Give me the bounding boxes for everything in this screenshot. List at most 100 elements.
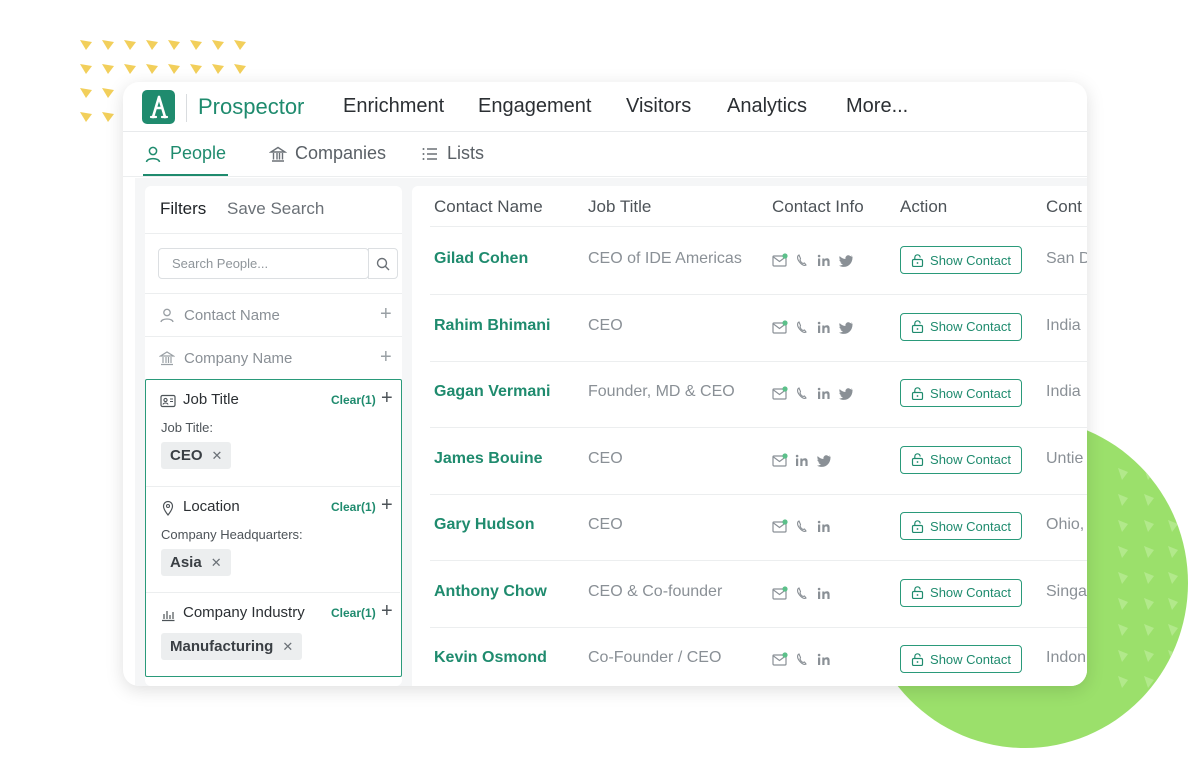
- phone-icon[interactable]: [794, 586, 810, 601]
- filter-company-name-label: Company Name: [184, 350, 293, 367]
- person-icon: [160, 308, 174, 323]
- show-contact-button[interactable]: Show Contact: [900, 512, 1022, 540]
- save-search-tab[interactable]: Save Search: [227, 199, 324, 219]
- col-contact-info[interactable]: Contact Info: [772, 197, 864, 217]
- filters-panel: Filters Save Search Contact Name + Compa…: [145, 186, 402, 686]
- tab-companies[interactable]: Companies: [269, 143, 386, 164]
- close-icon[interactable]: ✕: [212, 448, 223, 464]
- contact-info-icons: [772, 253, 854, 268]
- contact-name-link[interactable]: Kevin Osmond: [434, 649, 547, 667]
- location-chip[interactable]: Asia ✕: [161, 549, 231, 576]
- unlock-icon: [911, 253, 924, 267]
- show-contact-button[interactable]: Show Contact: [900, 645, 1022, 673]
- plus-icon[interactable]: +: [380, 304, 392, 324]
- location-chip-label: Asia: [170, 554, 202, 571]
- show-contact-label: Show Contact: [930, 651, 1011, 667]
- phone-icon[interactable]: [794, 519, 810, 534]
- plus-icon[interactable]: +: [380, 347, 392, 367]
- show-contact-button[interactable]: Show Contact: [900, 578, 1022, 607]
- contact-name-link[interactable]: Rahim Bhimani: [434, 317, 550, 335]
- search-people-input[interactable]: [158, 248, 369, 279]
- linkedin-icon[interactable]: [816, 386, 832, 401]
- plus-icon[interactable]: +: [381, 495, 393, 515]
- email-icon[interactable]: [772, 452, 788, 468]
- email-icon[interactable]: [772, 519, 788, 534]
- show-contact-button[interactable]: Show Contact: [900, 246, 1022, 274]
- unlock-icon: [911, 652, 924, 666]
- results-table: Contact Name Job Title Contact Info Acti…: [412, 186, 1087, 686]
- show-contact-button[interactable]: Show Contact: [900, 312, 1022, 341]
- job-title-clear-button[interactable]: Clear(1): [331, 393, 376, 407]
- contact-name-link[interactable]: Anthony Chow: [434, 583, 547, 601]
- close-icon[interactable]: ✕: [211, 555, 222, 571]
- filters-tab[interactable]: Filters: [160, 199, 206, 219]
- location-clear-button[interactable]: Clear(1): [331, 500, 376, 514]
- table-row: Gagan Vermani Founder, MD & CEO Show Con…: [430, 361, 1087, 428]
- search-button[interactable]: [368, 248, 398, 279]
- email-icon[interactable]: [772, 585, 788, 601]
- industry-chip-label: Manufacturing: [170, 638, 274, 655]
- job-title-cell: CEO: [588, 316, 623, 334]
- contact-name-link[interactable]: Gagan Vermani: [434, 383, 551, 401]
- nav-engagement[interactable]: Engagement: [478, 95, 591, 118]
- show-contact-button[interactable]: Show Contact: [900, 445, 1022, 474]
- contact-location-cell: Untie: [1046, 449, 1084, 467]
- nav-enrichment[interactable]: Enrichment: [343, 95, 444, 118]
- filter-company-name[interactable]: Company Name +: [145, 336, 402, 379]
- plus-icon[interactable]: +: [381, 601, 393, 621]
- tab-lists[interactable]: Lists: [421, 143, 484, 164]
- col-contact-name[interactable]: Contact Name: [434, 197, 543, 217]
- contact-info-icons: [772, 585, 832, 601]
- nav-prospector[interactable]: Prospector: [198, 94, 304, 120]
- twitter-icon[interactable]: [838, 320, 854, 335]
- show-contact-button[interactable]: Show Contact: [900, 379, 1022, 407]
- contact-name-link[interactable]: Gary Hudson: [434, 516, 534, 534]
- linkedin-icon[interactable]: [816, 519, 832, 534]
- email-icon[interactable]: [772, 319, 788, 335]
- linkedin-icon[interactable]: [816, 652, 832, 667]
- twitter-icon[interactable]: [816, 453, 832, 468]
- twitter-icon[interactable]: [838, 386, 854, 401]
- col-contact-location[interactable]: Cont: [1046, 197, 1082, 217]
- email-icon[interactable]: [772, 253, 788, 268]
- filter-job-title-heading: Job Title: [183, 391, 239, 408]
- app-window: Prospector Enrichment Engagement Visitor…: [123, 82, 1087, 686]
- col-action[interactable]: Action: [900, 197, 947, 217]
- location-sublabel: Company Headquarters:: [161, 527, 303, 542]
- phone-icon[interactable]: [794, 253, 810, 268]
- unlock-icon: [911, 320, 924, 333]
- linkedin-icon[interactable]: [794, 453, 810, 468]
- industry-chip[interactable]: Manufacturing ✕: [161, 633, 303, 660]
- contact-name-link[interactable]: Gilad Cohen: [434, 250, 528, 268]
- nav-more[interactable]: More...: [846, 95, 908, 118]
- twitter-icon[interactable]: [838, 253, 854, 268]
- nav-analytics[interactable]: Analytics: [727, 95, 807, 118]
- table-row: Gilad Cohen CEO of IDE Americas Show Con…: [430, 228, 1087, 295]
- phone-icon[interactable]: [794, 652, 810, 667]
- contact-info-icons: [772, 652, 832, 667]
- phone-icon[interactable]: [794, 320, 810, 335]
- plus-icon[interactable]: +: [381, 388, 393, 408]
- email-icon[interactable]: [772, 652, 788, 667]
- col-job-title[interactable]: Job Title: [588, 197, 651, 217]
- building-icon: [269, 146, 287, 162]
- linkedin-icon[interactable]: [816, 253, 832, 268]
- linkedin-icon[interactable]: [816, 320, 832, 335]
- logo-divider: [186, 94, 187, 122]
- table-row: Anthony Chow CEO & Co-founder Show Conta…: [430, 561, 1087, 628]
- contact-name-link[interactable]: James Bouine: [434, 450, 542, 468]
- contact-info-icons: [772, 386, 854, 401]
- unlock-icon: [911, 519, 924, 533]
- tab-people[interactable]: People: [144, 143, 226, 164]
- filter-company-industry: Company Industry Clear(1) + Manufacturin…: [146, 592, 400, 676]
- job-title-chip[interactable]: CEO ✕: [161, 442, 232, 469]
- email-icon[interactable]: [772, 386, 788, 401]
- job-title-cell: CEO & Co-founder: [588, 582, 723, 600]
- phone-icon[interactable]: [794, 386, 810, 401]
- industry-clear-button[interactable]: Clear(1): [331, 606, 376, 620]
- app-logo[interactable]: [142, 90, 175, 124]
- nav-visitors[interactable]: Visitors: [626, 95, 691, 118]
- close-icon[interactable]: ✕: [282, 639, 293, 655]
- filter-contact-name[interactable]: Contact Name +: [145, 293, 402, 336]
- linkedin-icon[interactable]: [816, 586, 832, 601]
